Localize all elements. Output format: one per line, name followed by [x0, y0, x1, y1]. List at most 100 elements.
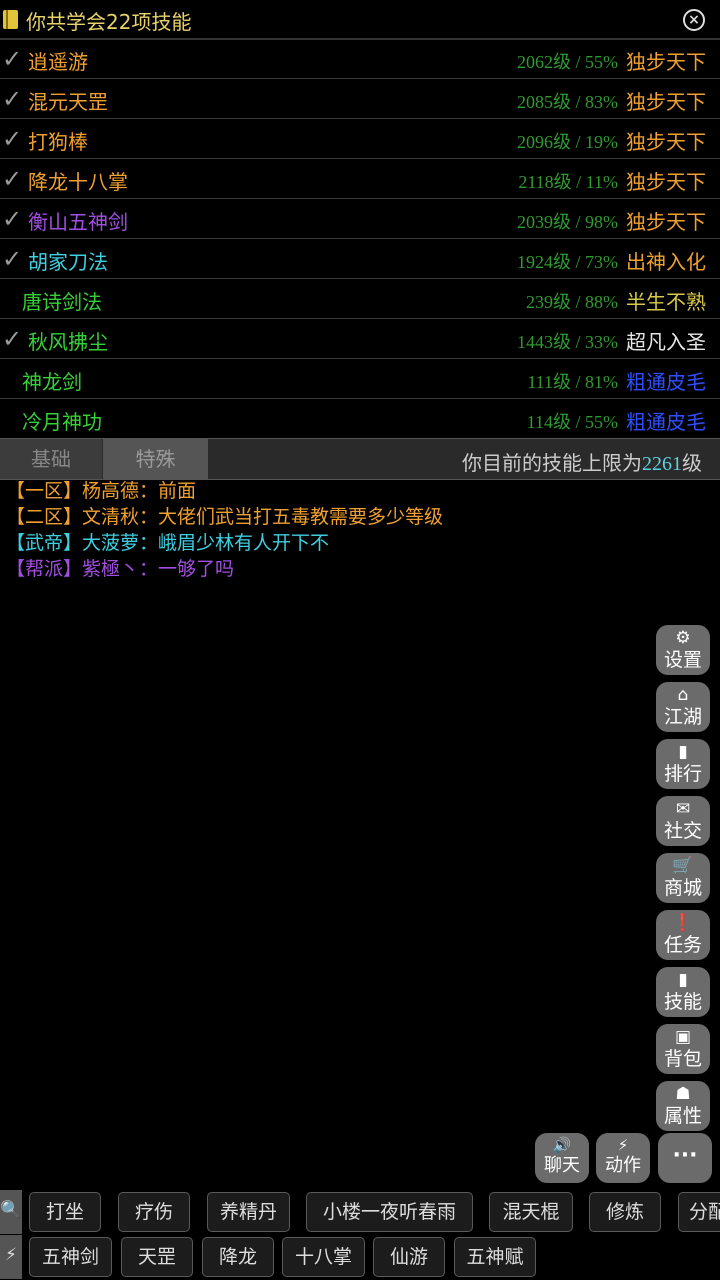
more-icon[interactable]: ···	[658, 1133, 712, 1183]
check-icon: ✓	[2, 245, 23, 273]
skill-name: 胡家刀法	[28, 250, 108, 274]
bolt-icon[interactable]: ⚡	[0, 1235, 22, 1279]
search-icon[interactable]: 🔍	[0, 1190, 22, 1234]
skill-name: 秋风拂尘	[28, 330, 108, 354]
side-button-label: 技能	[663, 991, 702, 1013]
side-button-5[interactable]: ❗ 任务	[656, 910, 710, 960]
side-button-2[interactable]: ▮ 排行	[656, 739, 710, 789]
bottom-button-label: ···	[672, 1143, 698, 1168]
tab-basic[interactable]: 基础	[0, 439, 102, 479]
side-button-1[interactable]: ⌂ 江湖	[656, 682, 710, 732]
skill-level: 2085级 / 83%	[517, 92, 618, 112]
quickbar2-button[interactable]: 降龙	[202, 1237, 274, 1277]
chart-icon: ▮	[678, 742, 688, 762]
side-button-3[interactable]: ✉ 社交	[656, 796, 710, 846]
side-button-0[interactable]: ⚙ 设置	[656, 625, 710, 675]
cart-icon: 🛒	[672, 856, 694, 876]
quickbar1-button[interactable]: 打坐	[29, 1192, 101, 1232]
quickbar2-button[interactable]: 五神赋	[454, 1237, 536, 1277]
header-title: 你共学会22项技能	[26, 10, 192, 34]
check-icon: ✓	[2, 165, 23, 193]
check-icon: ✓	[2, 205, 23, 233]
chat-text: 一够了吗	[158, 558, 235, 580]
skill-row[interactable]: ✓ 衡山五神剑 2039级 / 98% 独步天下	[0, 199, 720, 239]
skill-rank: 独步天下	[626, 130, 706, 154]
skill-rank: 独步天下	[626, 170, 706, 194]
side-button-4[interactable]: 🛒 商城	[656, 853, 710, 903]
skill-row[interactable]: 唐诗剑法 239级 / 88% 半生不熟	[0, 279, 720, 319]
skill-limit-text: 你目前的技能上限为2261级	[462, 447, 702, 476]
chat-user: 文清秋：	[82, 506, 159, 528]
book-icon	[3, 10, 18, 29]
check-icon: ✓	[2, 125, 23, 153]
chat-text: 前面	[158, 480, 197, 502]
quickbar1-button[interactable]: 疗伤	[118, 1192, 190, 1232]
skill-name: 衡山五神剑	[28, 210, 128, 234]
skill-limit-suffix: 级	[682, 451, 702, 475]
skill-level: 114级 / 55%	[526, 412, 618, 432]
gear-icon: ⚙	[675, 628, 691, 648]
side-button-label: 属性	[663, 1105, 702, 1127]
skill-level: 111级 / 81%	[527, 372, 618, 392]
side-button-8[interactable]: ☗ 属性	[656, 1081, 710, 1131]
quickbar1-button[interactable]: 养精丹	[207, 1192, 290, 1232]
skill-name: 逍遥游	[28, 50, 88, 74]
skill-level: 239级 / 88%	[526, 292, 618, 312]
skill-rank: 独步天下	[626, 50, 706, 74]
tab-special[interactable]: 特殊	[103, 439, 208, 479]
chat-channel: 【二区】	[6, 506, 83, 528]
chat-message: 【二区】文清秋：大佬们武当打五毒教需要多少等级	[6, 504, 706, 530]
close-icon[interactable]: ×	[683, 9, 705, 31]
side-button-7[interactable]: ▣ 背包	[656, 1024, 710, 1074]
bottom-button-0[interactable]: 🔊 聊天	[535, 1133, 589, 1183]
bottom-button-label: 动作	[605, 1155, 641, 1176]
skill-rank: 粗通皮毛	[626, 370, 706, 394]
chat-message: 【一区】杨高德：前面	[6, 478, 706, 504]
skill-rank: 独步天下	[626, 90, 706, 114]
skill-rank: 独步天下	[626, 210, 706, 234]
skill-name: 神龙剑	[22, 370, 82, 394]
skill-level: 2096级 / 19%	[517, 132, 618, 152]
quickbar2-button[interactable]: 天罡	[121, 1237, 193, 1277]
skill-rank: 超凡入圣	[626, 330, 706, 354]
quickbar2-button[interactable]: 五神剑	[29, 1237, 112, 1277]
chat-user: 杨高德：	[82, 480, 159, 502]
side-button-label: 设置	[663, 649, 702, 671]
check-icon: ✓	[2, 85, 23, 113]
skill-limit-value: 2261	[642, 453, 682, 475]
skill-tab-bar: 基础 特殊 你目前的技能上限为2261级	[0, 438, 720, 480]
quickbar2-button[interactable]: 十八掌	[282, 1237, 365, 1277]
chat-message: 【帮派】紫極丶：一够了吗	[6, 556, 706, 582]
chat-channel: 【一区】	[6, 480, 83, 502]
quickbar2-button[interactable]: 仙游	[373, 1237, 445, 1277]
alert-icon: ❗	[672, 913, 694, 933]
chat-channel: 【武帝】	[6, 532, 83, 554]
skill-row[interactable]: ✓ 逍遥游 2062级 / 55% 独步天下	[0, 39, 720, 79]
chat-text: 大佬们武当打五毒教需要多少等级	[158, 506, 444, 528]
side-button-label: 任务	[663, 934, 702, 956]
quickbar1-button[interactable]: 小楼一夜听春雨	[306, 1192, 473, 1232]
skill-row[interactable]: ✓ 降龙十八掌 2118级 / 11% 独步天下	[0, 159, 720, 199]
skill-row[interactable]: ✓ 混元天罡 2085级 / 83% 独步天下	[0, 79, 720, 119]
bottom-button-label: 聊天	[544, 1155, 580, 1176]
check-icon: ✓	[2, 45, 23, 73]
bottom-button-1[interactable]: ⚡ 动作	[596, 1133, 650, 1183]
chat-user: 大菠萝：	[82, 532, 159, 554]
side-button-6[interactable]: ▮ 技能	[656, 967, 710, 1017]
skill-row[interactable]: ✓ 秋风拂尘 1443级 / 33% 超凡入圣	[0, 319, 720, 359]
quickbar1-button[interactable]: 混天棍	[489, 1192, 573, 1232]
skill-level: 2062级 / 55%	[517, 52, 618, 72]
skill-name: 冷月神功	[22, 410, 102, 434]
skill-row[interactable]: ✓ 打狗棒 2096级 / 19% 独步天下	[0, 119, 720, 159]
mail-icon: ✉	[675, 799, 691, 819]
chat-user: 紫極丶：	[82, 558, 159, 580]
skill-row[interactable]: 冷月神功 114级 / 55% 粗通皮毛	[0, 399, 720, 439]
skill-row[interactable]: 神龙剑 111级 / 81% 粗通皮毛	[0, 359, 720, 399]
chat-log: 【一区】杨高德：前面 【二区】文清秋：大佬们武当打五毒教需要多少等级 【武帝】大菠萝…	[6, 478, 706, 582]
quickbar-skills: 🔍打坐疗伤养精丹小楼一夜听春雨混天棍修炼分配	[0, 1190, 720, 1234]
quickbar1-button[interactable]: 分配	[678, 1192, 720, 1232]
skill-name: 混元天罡	[28, 90, 108, 114]
quickbar1-button[interactable]: 修炼	[589, 1192, 661, 1232]
skill-row[interactable]: ✓ 胡家刀法 1924级 / 73% 出神入化	[0, 239, 720, 279]
skill-limit-prefix: 你目前的技能上限为	[462, 451, 642, 475]
